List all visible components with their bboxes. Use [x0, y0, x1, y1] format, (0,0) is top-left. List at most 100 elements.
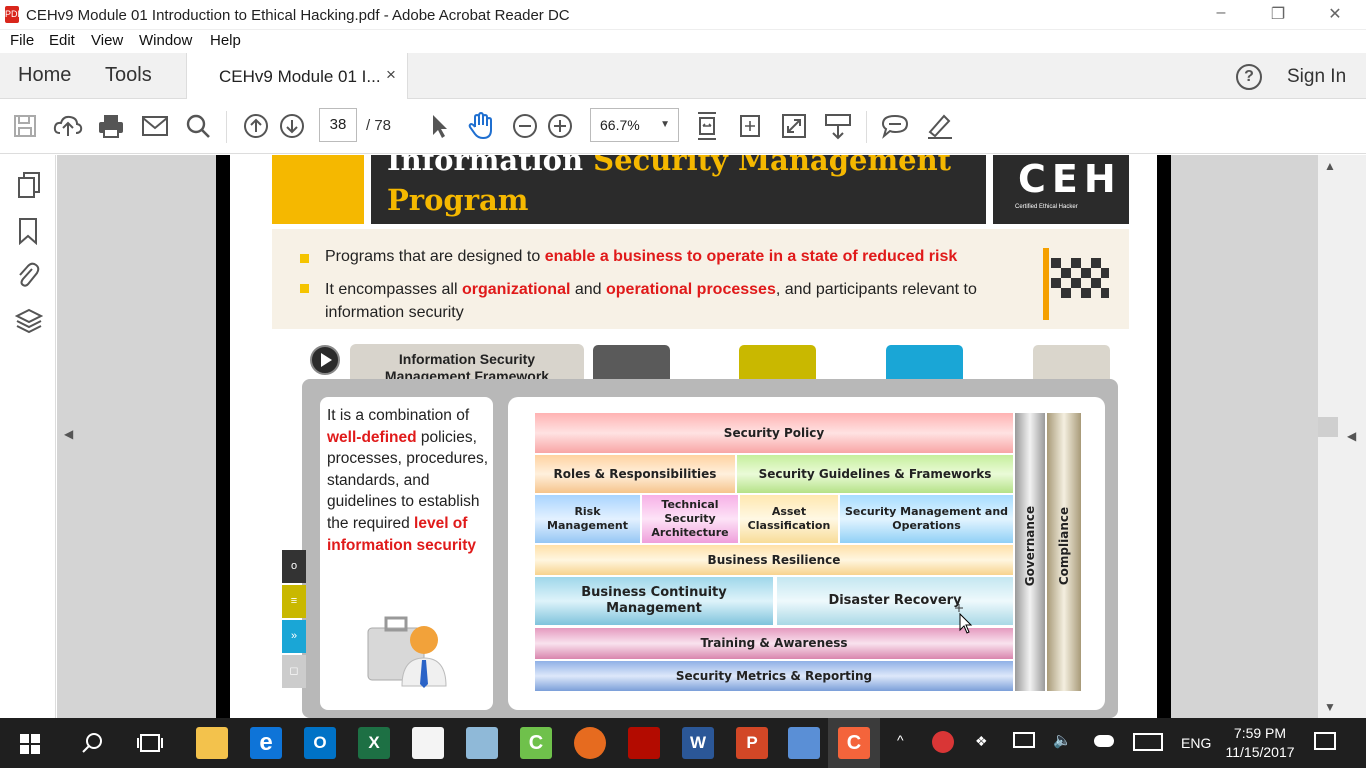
upload-cloud-icon[interactable] — [51, 109, 85, 143]
zoom-in-icon[interactable] — [543, 109, 577, 143]
tab-home[interactable]: Home — [18, 64, 71, 87]
page-thumbnails-icon[interactable] — [16, 171, 42, 204]
chevron-down-icon: ▼ — [660, 119, 670, 130]
comment-icon[interactable] — [878, 109, 912, 143]
play-icon[interactable] — [310, 345, 340, 375]
people-tab-icon — [593, 345, 670, 379]
title-bar: PDF CEHv9 Module 01 Introduction to Ethi… — [0, 0, 1366, 30]
collapse-left-arrow-icon[interactable]: ◀ — [64, 427, 73, 441]
fit-page-icon[interactable] — [690, 109, 724, 143]
full-screen-icon[interactable] — [777, 109, 811, 143]
menu-edit[interactable]: Edit — [49, 32, 75, 49]
businessman-icon — [366, 614, 450, 690]
previous-page-icon[interactable] — [239, 109, 273, 143]
help-icon[interactable]: ? — [1236, 64, 1262, 90]
select-pointer-icon[interactable] — [422, 109, 456, 143]
layer-business-resilience: Business Resilience — [535, 545, 1013, 575]
minimize-button[interactable]: – — [1206, 4, 1236, 22]
firefox-icon[interactable] — [574, 727, 606, 759]
show-hidden-icons-icon[interactable]: ^ — [897, 732, 904, 748]
menu-window[interactable]: Window — [139, 32, 192, 49]
sign-in-link[interactable]: Sign In — [1287, 66, 1346, 88]
hand-tool-icon[interactable] — [464, 109, 498, 143]
network-icon[interactable] — [1013, 732, 1035, 748]
save-icon[interactable] — [8, 109, 42, 143]
bullet-marker — [300, 254, 309, 263]
language-indicator[interactable]: ENG — [1181, 735, 1211, 751]
outlook-icon[interactable]: O — [304, 727, 336, 759]
cloud-icon[interactable] — [1094, 735, 1114, 747]
dropbox-icon[interactable]: ❖ — [975, 733, 988, 750]
window-title: CEHv9 Module 01 Introduction to Ethical … — [26, 7, 570, 24]
left-navigation-panel — [0, 155, 56, 718]
edge-browser-icon[interactable]: e — [250, 727, 282, 759]
bullet-2-text: It encompasses all organizational and op… — [325, 281, 977, 321]
rotate-view-icon[interactable] — [733, 109, 767, 143]
framework-tab: Information Security Management Framewor… — [350, 344, 584, 384]
vertical-scrollbar[interactable]: ▲ ◀ ▼ — [1318, 155, 1366, 718]
search-icon[interactable] — [181, 109, 215, 143]
layer-security-policy: Security Policy — [535, 413, 1013, 453]
ceh-logo-text: CEH — [1018, 157, 1122, 201]
mouse-cursor-icon — [951, 602, 973, 639]
pdf-page: Information Security Management Program … — [216, 155, 1171, 718]
tray-app-icon[interactable] — [932, 731, 954, 753]
app-icon[interactable] — [788, 727, 820, 759]
keyboard-icon[interactable] — [1133, 733, 1163, 751]
layer-risk-management: Risk Management — [535, 495, 640, 543]
page-number-input[interactable]: 38 — [319, 108, 357, 142]
menu-file[interactable]: File — [10, 32, 34, 49]
acrobat-icon[interactable] — [628, 727, 660, 759]
expand-right-panel-icon[interactable]: ◀ — [1347, 429, 1356, 443]
toolbar: 38 / 78 66.7% ▼ — [0, 99, 1366, 154]
layers-icon[interactable] — [14, 307, 44, 340]
title-line2: Program — [387, 183, 529, 217]
tab-document-label: CEHv9 Module 01 I... — [219, 67, 381, 86]
bullet-marker — [300, 284, 309, 293]
print-icon[interactable] — [94, 109, 128, 143]
notification-center-icon[interactable] — [1314, 732, 1336, 750]
clock[interactable]: 7:59 PM 11/15/2017 — [1222, 724, 1298, 762]
close-window-button[interactable]: ✕ — [1320, 4, 1350, 24]
powerpoint-icon[interactable]: P — [736, 727, 768, 759]
title-banner: Information Security Management Program — [371, 155, 986, 224]
bookmark-icon[interactable] — [18, 217, 38, 250]
scroll-down-arrow-icon[interactable]: ▼ — [1324, 700, 1336, 714]
tab-tools[interactable]: Tools — [105, 64, 152, 87]
camtasia-icon[interactable]: C — [520, 727, 552, 759]
snagit-icon[interactable]: C — [838, 727, 870, 759]
ceh-logo-subtitle: Certified Ethical Hacker — [1015, 204, 1078, 210]
scroll-up-arrow-icon[interactable]: ▲ — [1324, 159, 1336, 173]
word-icon[interactable]: W — [682, 727, 714, 759]
layer-technical-security-architecture: Technical Security Architecture — [642, 495, 738, 543]
volume-icon[interactable]: 🔈 — [1053, 731, 1072, 749]
attachment-icon[interactable] — [16, 261, 40, 294]
zoom-out-icon[interactable] — [508, 109, 542, 143]
app-icon[interactable] — [466, 727, 498, 759]
layer-asset-classification: Asset Classification — [740, 495, 838, 543]
highlight-pen-icon[interactable] — [922, 109, 956, 143]
mail-tab-icon — [886, 345, 963, 379]
email-icon[interactable] — [138, 109, 172, 143]
tab-close-button[interactable]: × — [386, 65, 396, 85]
store-icon[interactable] — [412, 727, 444, 759]
tab-bar: Home Tools CEHv9 Module 01 I... × ? Sign… — [0, 53, 1366, 99]
file-explorer-icon[interactable] — [196, 727, 228, 759]
zoom-value: 66.7% — [600, 117, 640, 133]
scroll-mode-icon[interactable] — [821, 109, 855, 143]
search-taskbar-icon[interactable] — [80, 731, 104, 760]
menu-view[interactable]: View — [91, 32, 123, 49]
zoom-select[interactable]: 66.7% ▼ — [590, 108, 679, 142]
title-text-yellow: Security Management — [593, 155, 952, 177]
next-page-icon[interactable] — [275, 109, 309, 143]
yellow-accent-block — [272, 155, 364, 224]
task-view-icon[interactable] — [136, 731, 164, 760]
home-tab-icon — [739, 345, 816, 379]
restore-button[interactable]: ❐ — [1263, 4, 1293, 24]
scroll-thumb[interactable] — [1318, 417, 1338, 437]
tab-document[interactable]: CEHv9 Module 01 I... × — [186, 53, 408, 99]
excel-icon[interactable]: X — [358, 727, 390, 759]
menu-help[interactable]: Help — [210, 32, 241, 49]
windows-start-icon[interactable] — [20, 734, 40, 759]
pdf-file-icon: PDF — [5, 6, 23, 23]
